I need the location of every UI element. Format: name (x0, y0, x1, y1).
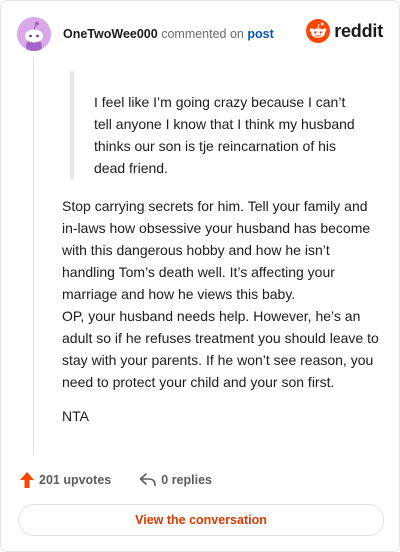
upvote-count: 201 upvotes (39, 473, 112, 487)
comment-paragraph-3: NTA (62, 408, 89, 424)
comment-paragraph-1: Stop carrying secrets for him. Tell your… (62, 198, 371, 302)
view-conversation-button[interactable]: View the conversation (18, 504, 384, 536)
upvote-button[interactable]: 201 upvotes (19, 471, 111, 489)
username-link[interactable]: OneTwoWee000 (63, 27, 158, 41)
quoted-text: I feel like I’m going crazy because I ca… (70, 71, 360, 179)
comment-actions: 201 upvotes 0 replies (19, 469, 212, 491)
replies-button[interactable]: 0 replies (139, 472, 212, 488)
comment-paragraph-2: OP, your husband needs help. However, he… (62, 308, 379, 390)
post-link[interactable]: post (247, 27, 273, 41)
thread-line (33, 57, 34, 455)
upvote-arrow-icon (20, 472, 34, 488)
quote-text: I feel like I’m going crazy because I ca… (94, 94, 355, 176)
snoo-avatar-icon[interactable] (17, 17, 51, 51)
reddit-wordmark: reddit (334, 20, 383, 41)
reddit-logo[interactable]: reddit (306, 19, 383, 43)
comment-header: OneTwoWee000 commented on post reddit (17, 17, 383, 51)
comment-card: OneTwoWee000 commented on post reddit I … (0, 0, 400, 552)
reddit-logo-icon (306, 19, 331, 43)
replies-count: 0 replies (161, 473, 212, 487)
reply-arrow-icon (139, 473, 157, 487)
comment-meta: OneTwoWee000 commented on post (63, 27, 274, 41)
commented-on-text: commented on (161, 27, 244, 41)
